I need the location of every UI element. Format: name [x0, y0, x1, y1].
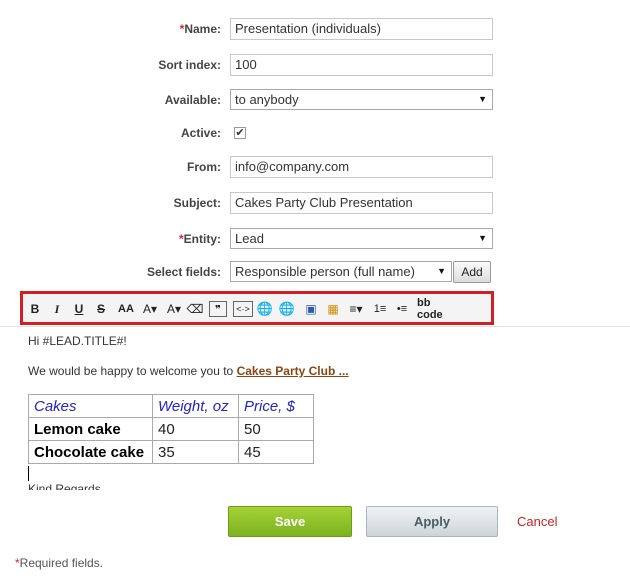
table-header-cell: Cakes — [28, 394, 153, 418]
available-select[interactable]: to anybody ▼ — [230, 89, 493, 110]
remove-link-icon[interactable]: 🌐 — [279, 301, 295, 317]
text-cursor — [28, 466, 29, 481]
table-cell: 40 — [152, 417, 239, 441]
chevron-down-icon: ▼ — [437, 266, 446, 276]
table-cell: 35 — [152, 440, 239, 464]
editor-welcome: We would be happy to welcome you to Cake… — [28, 364, 349, 378]
from-label: From: — [187, 160, 221, 174]
available-row: Available: to anybody ▼ — [0, 89, 630, 113]
eraser-icon[interactable]: ⌫ — [187, 301, 204, 317]
table-header-cell: Weight, oz — [152, 394, 239, 418]
ordered-list-icon[interactable]: 1≡ — [371, 301, 389, 317]
table-row: Lemon cake 40 50 — [28, 417, 314, 441]
quote-icon[interactable]: ❞ — [209, 301, 227, 317]
name-label-text: Name: — [184, 22, 221, 36]
code-icon[interactable]: <·> — [233, 301, 253, 317]
table-cell: Chocolate cake — [28, 440, 153, 464]
save-button[interactable]: Save — [228, 506, 352, 537]
sort-index-label: Sort index: — [158, 58, 221, 72]
entity-label: *Entity: — [179, 232, 221, 246]
table-header-row: Cakes Weight, oz Price, $ — [28, 394, 314, 418]
entity-label-text: Entity: — [183, 232, 221, 246]
font-size-icon[interactable]: A▾ — [141, 301, 159, 317]
editor-separator — [0, 326, 630, 327]
chevron-down-icon: ▼ — [478, 233, 487, 243]
name-input[interactable]: Presentation (individuals) — [230, 18, 493, 40]
table-cell: Lemon cake — [28, 417, 153, 441]
subject-input[interactable]: Cakes Party Club Presentation — [230, 192, 493, 214]
editor-greeting: Hi #LEAD.TITLE#! — [28, 334, 127, 348]
bb-code-button[interactable]: bb code — [417, 297, 457, 321]
cakes-party-club-link[interactable]: Cakes Party Club ... — [237, 364, 349, 378]
select-fields-label: Select fields: — [146, 265, 221, 279]
welcome-text: We would be happy to welcome you to — [28, 364, 237, 378]
table-cell: 50 — [238, 417, 314, 441]
unordered-list-icon[interactable]: •≡ — [393, 301, 411, 317]
align-icon[interactable]: ≡▾ — [347, 301, 365, 317]
sort-index-input[interactable]: 100 — [230, 54, 493, 76]
table-header-cell: Price, $ — [238, 394, 314, 418]
cancel-link[interactable]: Cancel — [517, 514, 557, 529]
name-label: *Name: — [180, 22, 221, 36]
from-row: From: info@company.com — [0, 156, 630, 180]
sort-index-row: Sort index: 100 — [0, 54, 630, 78]
font-color-icon[interactable]: A▾ — [165, 301, 183, 317]
entity-value: Lead — [235, 231, 264, 246]
italic-icon[interactable]: I — [51, 301, 63, 317]
select-fields-value: Responsible person (full name) — [235, 264, 415, 279]
add-field-button[interactable]: Add — [453, 261, 491, 283]
entity-row: *Entity: Lead ▼ — [0, 228, 630, 252]
strikethrough-icon[interactable]: S — [95, 301, 107, 317]
chevron-down-icon: ▼ — [478, 94, 487, 104]
image-icon[interactable]: ▣ — [303, 301, 319, 317]
available-label: Available: — [164, 93, 221, 107]
active-label: Active: — [180, 126, 221, 140]
editor-clip: Kind Regards — [28, 480, 228, 490]
insert-link-icon[interactable]: 🌐 — [257, 301, 273, 317]
table-icon[interactable]: ▦ — [325, 301, 341, 317]
from-input[interactable]: info@company.com — [230, 156, 493, 178]
underline-icon[interactable]: U — [73, 301, 85, 317]
required-fields-text: Required fields. — [19, 556, 104, 570]
bold-icon[interactable]: B — [29, 301, 41, 317]
subject-label: Subject: — [173, 196, 221, 210]
cakes-table: Cakes Weight, oz Price, $ Lemon cake 40 … — [28, 394, 314, 464]
name-row: *Name: Presentation (individuals) — [0, 18, 630, 42]
editor-toolbar: B I U S AA A▾ A▾ ⌫ ❞ <·> 🌐 🌐 ▣ ▦ ≡▾ 1≡ •… — [20, 291, 494, 325]
table-row: Chocolate cake 35 45 — [28, 440, 314, 464]
table-cell: 45 — [238, 440, 314, 464]
entity-select[interactable]: Lead ▼ — [230, 228, 493, 249]
select-fields-select[interactable]: Responsible person (full name) ▼ — [230, 261, 452, 282]
subject-row: Subject: Cakes Party Club Presentation — [0, 192, 630, 216]
available-value: to anybody — [235, 92, 299, 107]
active-row: Active: ✔ — [0, 122, 630, 146]
required-fields-note: *Required fields. — [15, 556, 103, 570]
font-family-icon[interactable]: AA — [117, 301, 135, 317]
select-fields-row: Select fields: Responsible person (full … — [0, 261, 630, 285]
apply-button[interactable]: Apply — [366, 506, 498, 537]
active-checkbox[interactable]: ✔ — [234, 127, 246, 139]
editor-closing: Kind Regards — [28, 482, 101, 490]
